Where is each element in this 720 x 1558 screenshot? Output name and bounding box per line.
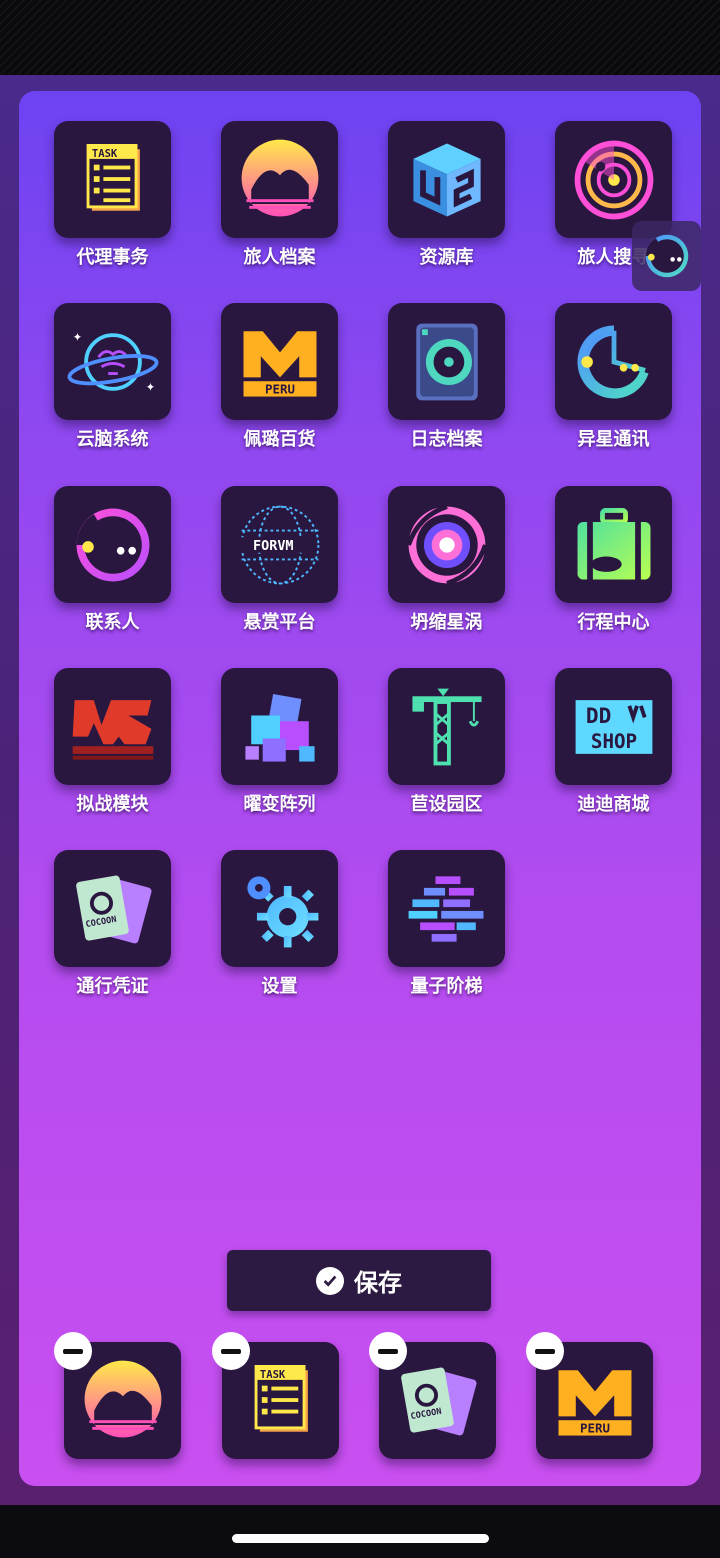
remove-badge-icon[interactable] <box>212 1332 250 1370</box>
quantum-ladder-icon <box>388 850 505 967</box>
chat-pacman-icon <box>645 234 688 278</box>
svg-text:TASK: TASK <box>259 1368 285 1380</box>
app-dd-shop[interactable]: DD SHOP 迪迪商城 <box>555 668 672 818</box>
app-label: 量子阶梯 <box>410 976 483 997</box>
svg-text:SHOP: SHOP <box>590 730 636 753</box>
app-grid-panel: TASK 代理事务 旅人档案 资源库 旅人搜寻 ✦ ✦ 云脑系统 PERU 佩璐百… <box>19 91 701 1486</box>
dd-shop-icon: DD SHOP <box>555 668 672 785</box>
app-settings[interactable]: 设置 <box>221 850 338 1000</box>
app-label: 联系人 <box>85 612 140 633</box>
remove-badge-icon[interactable] <box>54 1332 92 1370</box>
app-label: 坍缩星涡 <box>410 612 483 633</box>
app-task[interactable]: TASK 代理事务 <box>54 121 171 271</box>
app-label: 迪迪商城 <box>577 794 650 815</box>
app-access-pass[interactable]: COCOON 通行凭证 <box>54 850 171 1000</box>
disc-drive-icon <box>388 303 505 420</box>
svg-text:FORVM: FORVM <box>253 538 293 553</box>
app-label: 苣设园区 <box>410 794 483 815</box>
app-contacts[interactable]: 联系人 <box>54 486 171 636</box>
app-label: 曜变阵列 <box>243 794 316 815</box>
resource-cube-icon <box>388 121 505 238</box>
cloud-brain-planet-icon: ✦ ✦ <box>54 303 171 420</box>
vs-module-icon <box>54 668 171 785</box>
status-bar <box>0 0 720 75</box>
app-label: 通行凭证 <box>76 976 149 997</box>
app-label: 异星通讯 <box>577 429 650 450</box>
svg-text:✦: ✦ <box>145 379 155 393</box>
app-label: 佩璐百货 <box>243 429 316 450</box>
cocoon-pass-icon: COCOON <box>54 850 171 967</box>
app-quantum-ladder[interactable]: 量子阶梯 <box>388 850 505 1000</box>
forum-globe-icon: FORVM <box>221 486 338 603</box>
checkmark-icon <box>316 1266 344 1295</box>
task-list-icon: TASK <box>54 121 171 238</box>
app-leaper-archives[interactable]: 旅人档案 <box>221 121 338 271</box>
svg-text:✦: ✦ <box>72 329 82 343</box>
app-peru-store[interactable]: PERU 佩璐百货 <box>221 303 338 453</box>
app-label: 旅人档案 <box>243 247 316 268</box>
app-shifting-array[interactable]: 曜变阵列 <box>221 668 338 818</box>
app-label: 日志档案 <box>410 429 483 450</box>
dock-app-peru-store[interactable]: PERU <box>526 1332 653 1459</box>
app-itinerary-center[interactable]: 行程中心 <box>555 486 672 636</box>
save-button[interactable]: 保存 <box>227 1250 491 1311</box>
app-battle-sim[interactable]: 拟战模块 <box>54 668 171 818</box>
construction-crane-icon <box>388 668 505 785</box>
floating-chat-button[interactable] <box>632 221 701 291</box>
cube-array-icon <box>221 668 338 785</box>
gear-icon <box>221 850 338 967</box>
app-label: 代理事务 <box>76 247 149 268</box>
leaper-archives-icon <box>221 121 338 238</box>
app-label: 行程中心 <box>577 612 650 633</box>
app-label: 拟战模块 <box>76 794 149 815</box>
app-label: 云脑系统 <box>76 429 149 450</box>
suitcase-icon <box>555 486 672 603</box>
save-label: 保存 <box>354 1270 402 1297</box>
app-log-archive[interactable]: 日志档案 <box>388 303 505 453</box>
app-label: 悬赏平台 <box>243 612 316 633</box>
app-alien-comms[interactable]: 异星通讯 <box>555 303 672 453</box>
app-resource-library[interactable]: 资源库 <box>388 121 505 271</box>
app-label: 资源库 <box>419 247 474 268</box>
dock-app-task[interactable]: TASK <box>212 1332 339 1459</box>
contacts-pacman-icon <box>54 486 171 603</box>
home-indicator[interactable] <box>232 1534 489 1543</box>
remove-badge-icon[interactable] <box>369 1332 407 1370</box>
remove-badge-icon[interactable] <box>526 1332 564 1370</box>
app-label: 设置 <box>261 976 298 997</box>
navigation-bar <box>0 1505 720 1558</box>
dock-app-access-pass[interactable]: COCOON <box>369 1332 496 1459</box>
app-cloud-brain[interactable]: ✦ ✦ 云脑系统 <box>54 303 171 453</box>
svg-text:PERU: PERU <box>579 1420 609 1435</box>
svg-text:TASK: TASK <box>91 147 117 159</box>
chat-pacman-icon <box>555 303 672 420</box>
svg-text:DD: DD <box>585 703 610 728</box>
app-collapse-vortex[interactable]: 坍缩星涡 <box>388 486 505 636</box>
app-bounty-board[interactable]: FORVM 悬赏平台 <box>221 486 338 636</box>
dock-app-leaper-archives[interactable] <box>54 1332 181 1459</box>
peru-logo-icon: PERU <box>221 303 338 420</box>
vortex-icon <box>388 486 505 603</box>
app-construction-park[interactable]: 苣设园区 <box>388 668 505 818</box>
svg-text:PERU: PERU <box>264 381 294 396</box>
